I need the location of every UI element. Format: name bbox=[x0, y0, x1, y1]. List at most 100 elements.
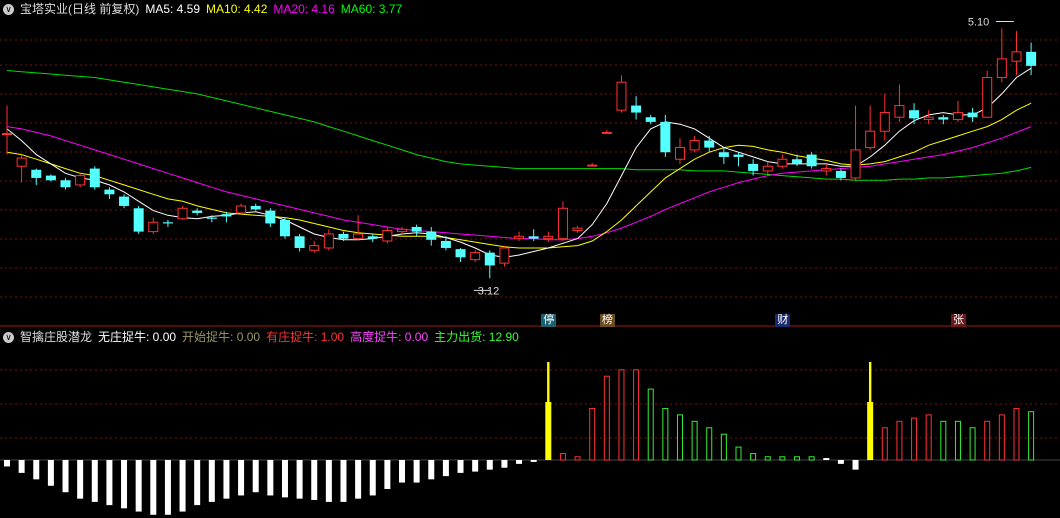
indicator-bar bbox=[33, 460, 40, 480]
candle-body bbox=[470, 252, 481, 261]
indicator-bar bbox=[252, 460, 259, 493]
candle-body bbox=[309, 245, 320, 251]
chevron-down-icon[interactable]: ∨ bbox=[3, 3, 14, 15]
indicator-bar bbox=[47, 460, 54, 486]
ma20-line bbox=[6, 126, 1032, 241]
candle-body bbox=[382, 229, 393, 242]
indicator-bar bbox=[940, 420, 947, 461]
candle-body bbox=[777, 158, 788, 167]
indicator-bar bbox=[925, 414, 932, 461]
indicator-bar bbox=[881, 427, 888, 461]
indicator-bar bbox=[545, 402, 552, 460]
indicator-bar bbox=[150, 460, 157, 515]
candle-body bbox=[89, 168, 100, 188]
indicator-bar bbox=[911, 417, 918, 461]
candle-body bbox=[177, 207, 188, 220]
indicator-bar bbox=[223, 460, 230, 499]
candle-body bbox=[440, 240, 451, 248]
candle-body bbox=[982, 77, 993, 118]
indicator-bar bbox=[281, 460, 288, 498]
indicator-bar bbox=[647, 388, 654, 461]
indicator-bar bbox=[1028, 411, 1035, 461]
indicator-bar bbox=[750, 453, 757, 461]
candle-body bbox=[104, 189, 115, 195]
indicator-bar bbox=[1013, 407, 1020, 461]
indicator-bar bbox=[311, 460, 318, 500]
candle-body bbox=[792, 159, 803, 164]
indicator-bar bbox=[91, 460, 98, 502]
candle-body bbox=[279, 219, 290, 237]
indicator-bar bbox=[501, 460, 508, 468]
ma20-legend: MA20: 4.16 bbox=[273, 2, 335, 16]
chevron-down-icon[interactable]: ∨ bbox=[3, 331, 14, 343]
indicator-bar bbox=[559, 453, 566, 461]
candle-body bbox=[162, 222, 173, 224]
indicator-bar bbox=[618, 369, 625, 461]
indicator-bar bbox=[106, 460, 113, 506]
indicator-bar bbox=[325, 460, 332, 502]
ma10-line bbox=[6, 102, 1032, 249]
candle-body bbox=[192, 210, 203, 213]
indicator-title[interactable]: 智擒庄股潜龙 bbox=[20, 328, 92, 346]
event-tag-halt[interactable]: 停 bbox=[541, 314, 557, 327]
indicator-bar bbox=[984, 420, 991, 461]
candle-body bbox=[601, 131, 612, 134]
candle-body bbox=[484, 252, 495, 266]
candle-body bbox=[850, 149, 861, 179]
indicator-bar bbox=[121, 460, 128, 509]
candle-body bbox=[397, 228, 408, 233]
indicator-bar bbox=[428, 460, 435, 480]
candle-body bbox=[894, 105, 905, 118]
indicator-bar bbox=[164, 460, 171, 515]
candle-body bbox=[250, 205, 261, 210]
indicator-bar bbox=[516, 460, 523, 464]
event-tag-list[interactable]: 榜 bbox=[599, 314, 615, 327]
candle-body bbox=[952, 112, 963, 121]
candle-body bbox=[133, 208, 144, 232]
candle-body bbox=[455, 249, 466, 258]
indicator-bar bbox=[808, 456, 815, 461]
high-price-label: 5.10 bbox=[968, 17, 989, 29]
candle-body bbox=[543, 235, 554, 240]
indicator-bar bbox=[179, 460, 186, 512]
indicator-bar bbox=[135, 460, 142, 512]
indicator-bar bbox=[852, 460, 859, 470]
candle-body bbox=[1026, 51, 1037, 66]
candle-body bbox=[45, 175, 56, 181]
candle-body bbox=[923, 116, 934, 121]
indicator-bar bbox=[779, 456, 786, 461]
candle-body bbox=[353, 233, 364, 240]
indicator-header: ∨ 智擒庄股潜龙 无庄捉牛: 0.00 开始捉牛: 0.00 有庄捉牛: 1.0… bbox=[0, 328, 525, 346]
candle-body bbox=[689, 140, 700, 151]
indicator-bar bbox=[457, 460, 464, 473]
indicator-bar bbox=[77, 460, 84, 499]
indicator-bar bbox=[208, 460, 215, 502]
candle-body bbox=[909, 110, 920, 119]
indicator-item-4: 主力出货: 12.90 bbox=[434, 330, 519, 344]
indicator-bar bbox=[969, 427, 976, 461]
event-tag-limit-up[interactable]: 张 bbox=[950, 314, 966, 327]
indicator-bar bbox=[662, 407, 669, 461]
indicator-bar bbox=[691, 420, 698, 461]
indicator-bar bbox=[676, 414, 683, 461]
candle-body bbox=[821, 168, 832, 172]
stock-title[interactable]: 宝塔实业(日线 前复权) bbox=[20, 0, 139, 18]
indicator-item-3: 高度捉牛: 0.00 bbox=[350, 330, 429, 344]
candle-body bbox=[631, 105, 642, 113]
indicator-bar bbox=[867, 402, 874, 460]
candle-body bbox=[426, 231, 437, 240]
candle-body bbox=[762, 165, 773, 172]
candle-body bbox=[265, 210, 276, 224]
candle-body bbox=[879, 112, 890, 132]
indicator-bar bbox=[633, 369, 640, 461]
event-tag-finance[interactable]: 财 bbox=[775, 314, 791, 327]
indicator-bar bbox=[706, 427, 713, 461]
ma5-legend: MA5: 4.59 bbox=[145, 2, 201, 16]
low-price-label: 3.12 bbox=[478, 285, 499, 297]
indicator-bar bbox=[442, 460, 449, 477]
indicator-bar bbox=[296, 460, 303, 499]
indicator-spike bbox=[547, 362, 550, 402]
candle-body bbox=[411, 226, 422, 232]
candle-body bbox=[587, 164, 598, 167]
ma60-legend: MA60: 3.77 bbox=[340, 2, 403, 16]
